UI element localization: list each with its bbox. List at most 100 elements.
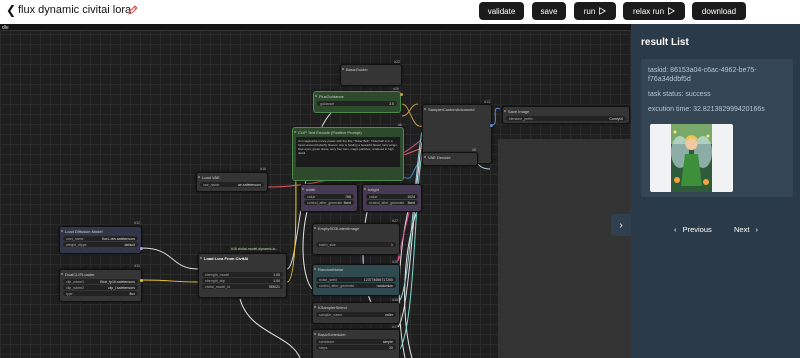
field-value: 1024 — [407, 194, 415, 199]
field-value: clip_l.safetensors — [107, 285, 135, 290]
height-control-field[interactable]: control_after_generate fixed — [366, 200, 418, 205]
field-label: scheduler — [319, 339, 335, 344]
node-id: #27 — [392, 219, 398, 223]
random-noise-node[interactable]: RandomNoise #25 noise_seed 1237746567172… — [312, 260, 400, 296]
chevron-left-icon: ‹ — [674, 225, 677, 234]
node-id: #25 — [392, 260, 398, 264]
vae-decode-node[interactable]: VAE Decode #8 — [422, 148, 478, 166]
result-thumbnail[interactable] — [650, 124, 733, 192]
basic-scheduler-node[interactable]: BasicScheduler #17 scheduler simple step… — [312, 325, 400, 358]
next-label: Next — [734, 225, 750, 234]
basic-guider-node[interactable]: BasicGuider #22 — [340, 60, 402, 86]
field-value: 123774656717200 — [363, 277, 393, 282]
load-diffusion-model-node[interactable]: Load Diffusion Model #12 unet_name flux1… — [59, 221, 142, 254]
relax-run-button[interactable]: relax run — [623, 2, 685, 20]
field-value: ae.safetensors — [238, 182, 261, 187]
height-node[interactable]: height value 1024 control_after_generate… — [362, 184, 422, 212]
clip-name2-field[interactable]: clip_name2 clip_l.safetensors — [63, 285, 138, 290]
node-title: EmptySD3LatentImage — [313, 224, 399, 232]
height-value-field[interactable]: value 1024 — [366, 194, 418, 199]
collapse-panel-button[interactable]: › — [611, 214, 631, 236]
play-icon — [668, 7, 676, 15]
edit-pencil-icon[interactable] — [128, 5, 138, 15]
width-value-field[interactable]: value 768 — [304, 194, 354, 199]
noise-seed-field[interactable]: noise_seed 123774656717200 — [316, 277, 396, 282]
field-label: filename_prefix — [509, 116, 533, 121]
back-arrow-icon[interactable]: ❮ — [6, 3, 16, 17]
guidance-field[interactable]: guidance 3.5 — [317, 101, 397, 106]
dual-clip-loader-node[interactable]: DualCLIPLoader #11 clip_name1 t5xxl_fp16… — [59, 264, 142, 302]
output-port[interactable] — [140, 247, 143, 250]
field-label: batch_size — [319, 242, 336, 247]
sampler-name-field[interactable]: sampler_name euler — [316, 312, 396, 317]
width-control-field[interactable]: control_after_generate fixed — [304, 200, 354, 205]
field-label: clip_name1 — [66, 279, 84, 284]
clip-name1-field[interactable]: clip_name1 t5xxl_fp16.safetensors — [63, 279, 138, 284]
workflow-canvas[interactable]: dle BasicGuider #22 FluxGuidance #26 gui… — [0, 24, 631, 358]
chevron-right-icon: › — [755, 225, 759, 234]
field-value: t5xxl_fp16.safetensors — [99, 279, 135, 284]
batch-size-field[interactable]: batch_size 1 — [316, 242, 396, 247]
node-id: #6 — [398, 123, 402, 127]
width-node[interactable]: width value 768 control_after_generate f… — [300, 184, 358, 212]
node-id: #10 — [260, 167, 266, 171]
result-card[interactable]: taskid: 86153a04-c6ac-4962-be75- f76a34d… — [641, 59, 793, 197]
output-port[interactable] — [400, 93, 403, 96]
field-label: unet_name — [66, 236, 84, 241]
clip-type-field[interactable]: type flux — [63, 291, 138, 296]
strength-model-field[interactable]: strength_model 1.00 — [202, 272, 283, 277]
task-id-line2: f76a34ddbf5d — [648, 76, 691, 83]
flux-guidance-node[interactable]: FluxGuidance #26 guidance 3.5 — [313, 87, 401, 113]
field-value: 3.5 — [389, 101, 394, 106]
next-button[interactable]: Next › — [734, 225, 758, 234]
field-label: noise_seed — [319, 277, 337, 282]
ksampler-select-node[interactable]: KSamplerSelect #16 sampler_name euler — [312, 298, 400, 324]
scheduler-field[interactable]: scheduler simple — [316, 339, 396, 344]
validate-button-label: validate — [487, 6, 516, 16]
vae-name-field[interactable]: vae_name ae.safetensors — [200, 182, 264, 187]
task-id-line1: taskid: 86153a04-c6ac-4962-be75- — [648, 67, 757, 74]
output-port[interactable] — [490, 124, 493, 127]
field-value: 1.00 — [273, 272, 280, 277]
node-id: #11 — [134, 264, 140, 268]
field-value: 768 — [345, 194, 351, 199]
civitai-model-id-field[interactable]: civitai_model_id 785021 — [202, 284, 283, 289]
filename-prefix-field[interactable]: filename_prefix ComfyUI — [506, 116, 626, 121]
load-lora-civitai-node[interactable]: #16 civitai-model-dynamic-lo... Load Lor… — [198, 247, 287, 298]
field-label: value — [369, 194, 378, 199]
field-value: flux1-dev.safetensors — [101, 236, 135, 241]
run-button[interactable]: run — [574, 2, 616, 20]
save-button[interactable]: save — [532, 2, 566, 20]
field-value: randomize — [376, 283, 393, 288]
prompt-textarea[interactable]: An imaginative movie poster with the tit… — [296, 137, 400, 167]
output-port[interactable] — [140, 279, 143, 282]
task-status: task status: success — [648, 91, 711, 98]
node-id: #22 — [394, 60, 400, 64]
validate-button[interactable]: validate — [479, 2, 524, 20]
strength-clip-field[interactable]: strength_clip 1.00 — [202, 278, 283, 283]
noise-control-field[interactable]: control_after_generate randomize — [316, 283, 396, 288]
node-title: Load VAE — [197, 173, 267, 181]
clip-text-encode-node[interactable]: CLIP Text Encode (Positive Prompt) #6 An… — [292, 123, 404, 181]
steps-field[interactable]: steps 20 — [316, 345, 396, 350]
excution-time: excution time: 32.821382999420166s — [648, 106, 765, 113]
download-button[interactable]: download — [692, 2, 746, 20]
save-image-node[interactable]: Save Image filename_prefix ComfyUI — [502, 106, 630, 124]
weight-dtype-field[interactable]: weight_dtype default — [63, 242, 138, 247]
previous-button[interactable]: ‹ Previous — [674, 225, 712, 234]
node-title: SamplerCustomAdvanced — [423, 105, 491, 113]
load-vae-node[interactable]: Load VAE #10 vae_name ae.safetensors — [196, 167, 268, 192]
field-value: 1.00 — [273, 278, 280, 283]
node-title: Save Image — [503, 107, 629, 115]
result-list-title: result List — [641, 37, 689, 48]
field-label: steps — [319, 345, 328, 350]
unet-name-field[interactable]: unet_name flux1-dev.safetensors — [63, 236, 138, 241]
node-id: #12 — [134, 221, 140, 225]
relax-run-button-label: relax run — [632, 6, 665, 16]
node-title: DualCLIPLoader — [60, 270, 141, 278]
node-id: #26 — [393, 87, 399, 91]
empty-latent-image-node[interactable]: EmptySD3LatentImage #27 batch_size 1 — [312, 219, 400, 255]
node-id: #17 — [392, 325, 398, 329]
field-value: 20 — [389, 345, 393, 350]
field-value: flux — [129, 291, 135, 296]
